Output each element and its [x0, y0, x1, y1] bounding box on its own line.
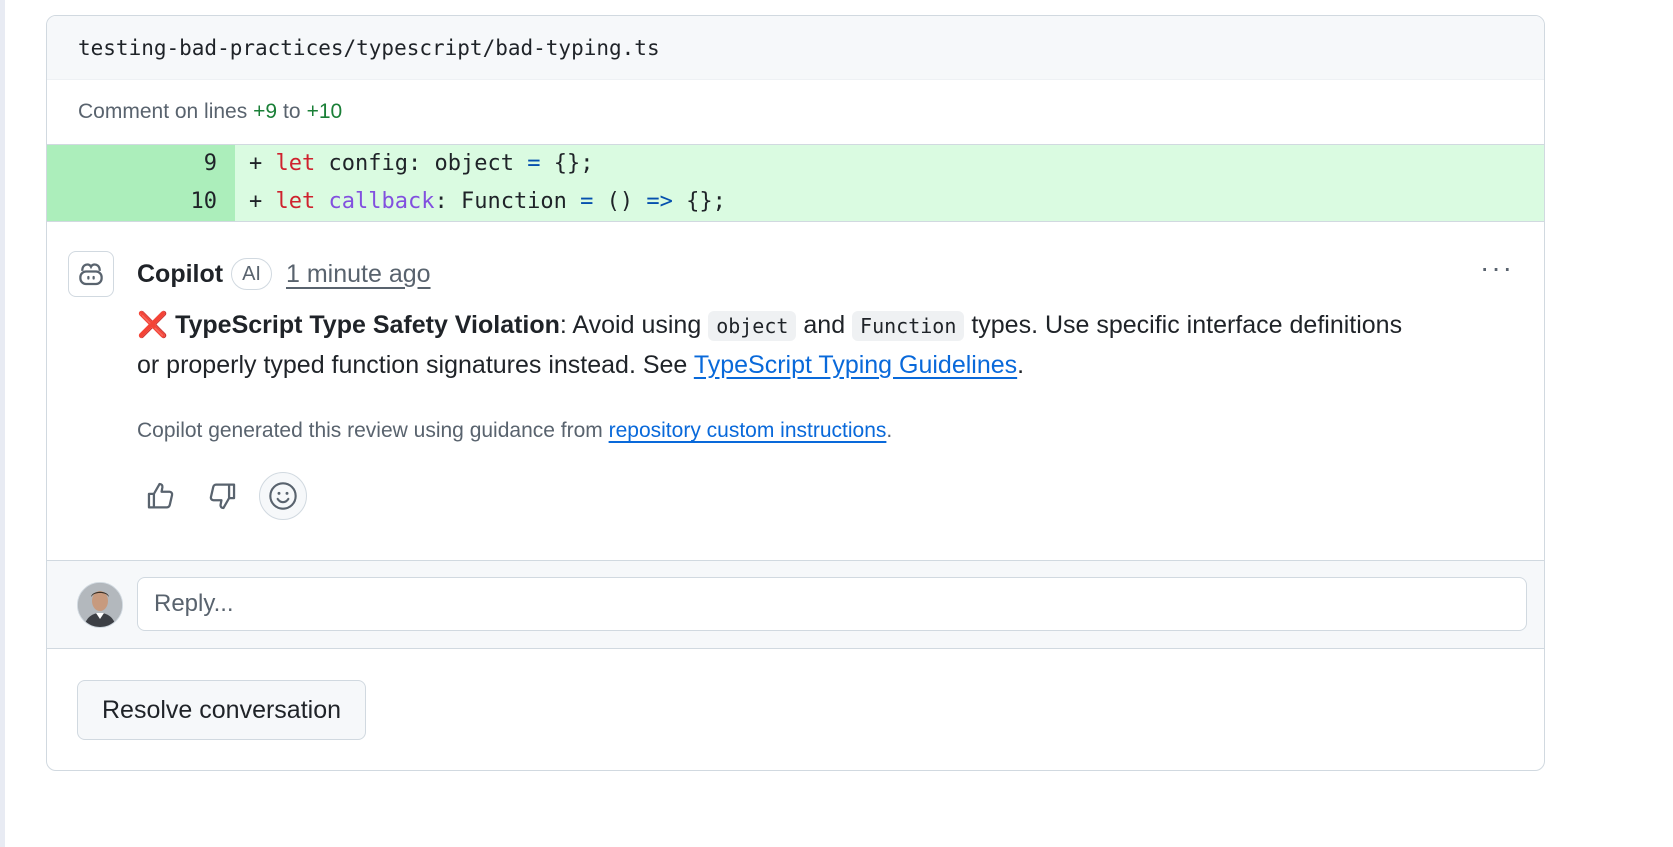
comment-text: . [1017, 351, 1025, 379]
custom-instructions-link[interactable]: repository custom instructions [609, 419, 887, 442]
comment-range-prefix: Comment on lines [78, 100, 248, 123]
identifier: config [328, 151, 408, 176]
inline-code: Function [852, 311, 965, 341]
note-text: Copilot generated this review using guid… [137, 419, 609, 442]
more-options-button[interactable]: ··· [1480, 254, 1514, 282]
comment-text: and [796, 311, 853, 339]
cross-mark-icon: ❌ [137, 311, 169, 339]
file-path-header: testing-bad-practices/typescript/bad-typ… [47, 16, 1544, 80]
user-avatar-icon [78, 583, 122, 627]
reply-bar [47, 560, 1544, 649]
generated-note: Copilot generated this review using guid… [137, 419, 892, 443]
ai-badge: AI [231, 258, 272, 290]
inline-code: object [708, 311, 797, 341]
copilot-icon [79, 263, 103, 286]
diff-marker: + [249, 151, 263, 176]
reply-input[interactable] [137, 577, 1527, 631]
comment-text: : Avoid using [559, 311, 709, 339]
smiley-icon [269, 482, 297, 510]
file-path[interactable]: testing-bad-practices/typescript/bad-typ… [78, 36, 660, 60]
review-comment: Copilot AI 1 minute ago ··· ❌ TypeScript… [47, 222, 1544, 560]
code-rest: {}; [672, 189, 726, 214]
comment-timestamp[interactable]: 1 minute ago [286, 260, 431, 289]
copilot-avatar[interactable] [68, 251, 114, 297]
review-thread-card: testing-bad-practices/typescript/bad-typ… [46, 15, 1545, 771]
code-line: + let config: object = {}; [235, 145, 1544, 183]
range-start-line: +9 [253, 100, 278, 123]
code-rest: {}; [540, 151, 594, 176]
operator: = [527, 151, 541, 176]
comment-author[interactable]: Copilot [137, 260, 223, 289]
keyword: let [275, 151, 316, 176]
comment-line-range: Comment on lines +9 to +10 [47, 80, 1544, 144]
diff-marker: + [249, 189, 263, 214]
operator: = [580, 189, 594, 214]
thumbs-up-button[interactable] [137, 472, 185, 520]
diff-line: 10 + let callback: Function = () => {}; [47, 183, 1544, 221]
type-annotation: : object [407, 151, 528, 176]
add-reaction-button[interactable] [259, 472, 307, 520]
guidelines-link[interactable]: TypeScript Typing Guidelines [694, 351, 1017, 379]
keyword: let [275, 189, 316, 214]
code-mid: () [593, 189, 647, 214]
kebab-icon: ··· [1480, 252, 1514, 283]
arrow-operator: => [646, 189, 673, 214]
user-avatar[interactable] [77, 582, 123, 628]
comment-header: Copilot AI 1 minute ago [137, 258, 431, 290]
comment-body: ❌ TypeScript Type Safety Violation: Avoi… [137, 306, 1427, 385]
reaction-bar [137, 472, 320, 520]
left-rail [0, 0, 5, 847]
diff-line: 9 + let config: object = {}; [47, 145, 1544, 183]
thumbs-up-icon [147, 482, 174, 509]
type-annotation: : Function [434, 189, 581, 214]
line-number[interactable]: 10 [47, 183, 235, 221]
note-suffix: . [886, 419, 893, 442]
violation-title: TypeScript Type Safety Violation [175, 311, 560, 339]
resolve-conversation-button[interactable]: Resolve conversation [77, 680, 367, 740]
range-end-line: +10 [306, 100, 343, 123]
line-number[interactable]: 9 [47, 145, 235, 183]
diff-snippet: 9 + let config: object = {}; 10 + let ca… [47, 144, 1544, 222]
identifier: callback [328, 189, 435, 214]
range-separator: to [283, 100, 301, 123]
thumbs-down-button[interactable] [198, 472, 246, 520]
code-line: + let callback: Function = () => {}; [235, 183, 1544, 221]
thumbs-down-icon [209, 483, 236, 510]
